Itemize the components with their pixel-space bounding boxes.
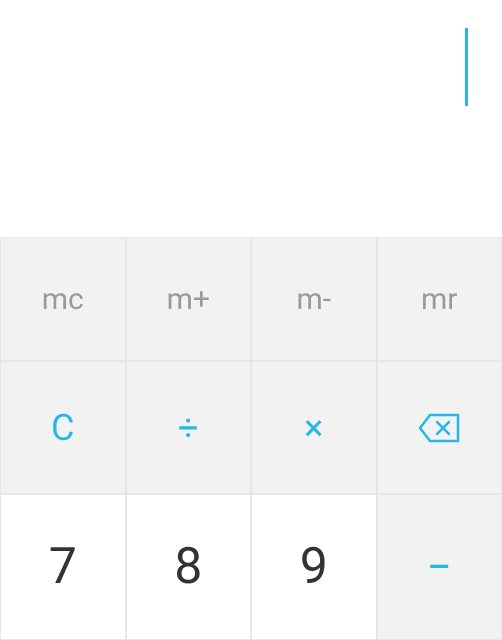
memory-recall-button[interactable]: mr [377, 237, 502, 361]
key-label: m+ [167, 282, 210, 317]
key-label: 8 [174, 538, 202, 596]
key-label: ÷ [178, 407, 199, 449]
key-label: − [427, 541, 452, 593]
key-label: 7 [49, 538, 77, 596]
memory-row: mc m+ m- mr [0, 237, 502, 361]
keypad: mc m+ m- mr C ÷ × [0, 237, 502, 640]
backspace-button[interactable] [377, 361, 502, 494]
multiply-button[interactable]: × [251, 361, 377, 494]
text-cursor [465, 28, 468, 106]
backspace-icon [418, 413, 460, 443]
numbers-row: 7 8 9 − [0, 494, 502, 640]
divide-button[interactable]: ÷ [126, 361, 252, 494]
key-label: 9 [300, 538, 328, 596]
key-label: mr [421, 282, 457, 317]
digit-9-button[interactable]: 9 [251, 494, 377, 640]
key-label: × [304, 407, 323, 449]
clear-button[interactable]: C [0, 361, 126, 494]
key-label: mc [42, 282, 84, 317]
memory-plus-button[interactable]: m+ [126, 237, 252, 361]
digit-8-button[interactable]: 8 [126, 494, 252, 640]
key-label: m- [296, 282, 331, 317]
operations-row: C ÷ × [0, 361, 502, 494]
calculator-display[interactable] [0, 0, 502, 237]
memory-minus-button[interactable]: m- [251, 237, 377, 361]
subtract-button[interactable]: − [377, 494, 502, 640]
memory-clear-button[interactable]: mc [0, 237, 126, 361]
key-label: C [51, 407, 74, 449]
digit-7-button[interactable]: 7 [0, 494, 126, 640]
